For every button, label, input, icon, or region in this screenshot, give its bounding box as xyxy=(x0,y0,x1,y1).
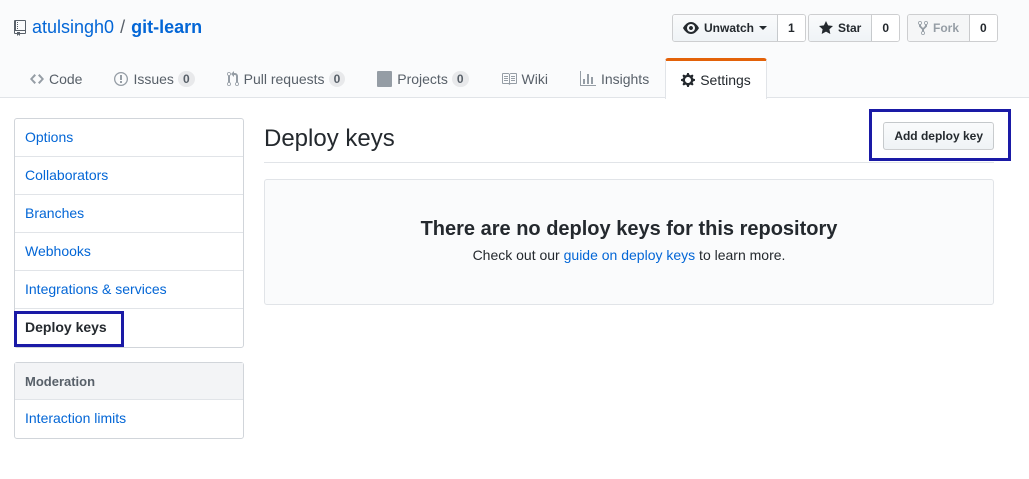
unwatch-button[interactable]: Unwatch xyxy=(673,15,779,41)
tab-insights[interactable]: Insights xyxy=(564,58,665,98)
page-title: Deploy keys xyxy=(264,125,395,152)
tab-pull-requests[interactable]: Pull requests 0 xyxy=(211,58,362,98)
eye-icon xyxy=(683,22,699,34)
blankslate-title: There are no deploy keys for this reposi… xyxy=(420,218,838,240)
watchers-count[interactable]: 1 xyxy=(778,15,805,41)
caret-down-icon xyxy=(759,26,768,30)
settings-menu: Options Collaborators Branches Webhooks … xyxy=(14,118,244,348)
tab-projects[interactable]: Projects 0 xyxy=(361,58,484,98)
repo-owner-link[interactable]: atulsingh0 xyxy=(32,17,114,38)
unwatch-label: Unwatch xyxy=(704,21,755,35)
add-deploy-key-button[interactable]: Add deploy key xyxy=(883,122,994,150)
menu-item-integrations[interactable]: Integrations & services xyxy=(15,271,243,309)
repo-nav-tabs: Code Issues 0 Pull requests 0 Projects 0… xyxy=(14,58,767,99)
menu-item-collaborators[interactable]: Collaborators xyxy=(15,157,243,195)
issues-counter: 0 xyxy=(177,70,195,87)
subhead: Deploy keys Add deploy key xyxy=(264,118,994,163)
blankslate: There are no deploy keys for this reposi… xyxy=(264,179,994,305)
menu-item-interaction-limits[interactable]: Interaction limits xyxy=(15,400,243,438)
tab-wiki[interactable]: Wiki xyxy=(485,58,564,98)
deploy-keys-guide-link[interactable]: guide on deploy keys xyxy=(564,247,696,263)
tab-settings-label: Settings xyxy=(700,72,751,88)
blankslate-text: Check out our guide on deploy keys to le… xyxy=(265,247,993,263)
tab-pull-requests-label: Pull requests xyxy=(243,70,325,87)
blankslate-suffix: to learn more. xyxy=(695,247,786,263)
tab-issues-label: Issues xyxy=(133,70,174,87)
tab-issues[interactable]: Issues 0 xyxy=(98,58,210,98)
gear-icon xyxy=(681,73,696,87)
deploy-keys-panel: Deploy keys Add deploy key There are no … xyxy=(264,118,994,305)
star-icon xyxy=(819,21,833,34)
star-label: Star xyxy=(838,21,862,35)
graph-icon xyxy=(579,70,596,86)
repo-name-link[interactable]: git-learn xyxy=(131,17,202,38)
tab-code-label: Code xyxy=(49,70,83,87)
blankslate-prefix: Check out our xyxy=(472,247,564,263)
fork-button[interactable]: Fork xyxy=(908,15,971,41)
star-group: Star 0 xyxy=(808,14,901,42)
fork-icon xyxy=(918,20,928,36)
book-icon xyxy=(501,72,517,85)
tab-settings[interactable]: Settings xyxy=(665,58,767,99)
fork-label: Fork xyxy=(933,21,960,35)
moderation-menu: Moderation Interaction limits xyxy=(14,362,244,439)
projects-counter: 0 xyxy=(451,70,469,87)
menu-item-branches[interactable]: Branches xyxy=(15,195,243,233)
pull-requests-counter: 0 xyxy=(328,70,346,87)
repo-header: atulsingh0 / git-learn Unwatch 1 Star 0 xyxy=(0,0,1029,99)
fork-group: Fork 0 xyxy=(907,14,998,42)
code-icon xyxy=(30,73,44,84)
menu-item-webhooks[interactable]: Webhooks xyxy=(15,233,243,271)
moderation-heading: Moderation xyxy=(15,363,243,400)
menu-item-deploy-keys[interactable]: Deploy keys xyxy=(15,309,243,347)
tab-insights-label: Insights xyxy=(600,70,650,87)
menu-item-options[interactable]: Options xyxy=(15,119,243,157)
star-button[interactable]: Star xyxy=(809,15,873,41)
repo-icon xyxy=(14,19,26,36)
repo-title: atulsingh0 / git-learn xyxy=(14,17,202,38)
watch-group: Unwatch 1 xyxy=(672,14,806,42)
pull-request-icon xyxy=(226,70,239,86)
repo-separator: / xyxy=(120,17,126,37)
tab-projects-label: Projects xyxy=(397,70,448,87)
tab-wiki-label: Wiki xyxy=(521,70,548,87)
issue-icon xyxy=(114,71,129,86)
project-icon xyxy=(377,70,393,87)
stars-count[interactable]: 0 xyxy=(872,15,900,41)
tab-code[interactable]: Code xyxy=(14,58,98,98)
forks-count[interactable]: 0 xyxy=(970,15,997,41)
